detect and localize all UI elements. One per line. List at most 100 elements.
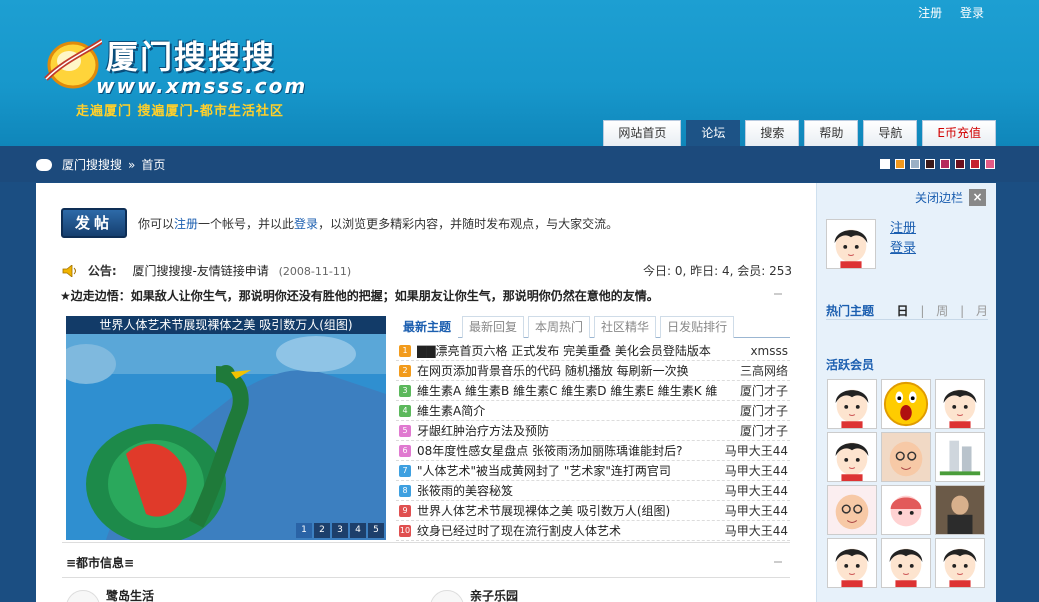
new-post-button[interactable]: 发帖 xyxy=(61,208,127,238)
section-parenting[interactable]: 亲子乐园 xyxy=(470,587,518,602)
member-avatar[interactable] xyxy=(935,432,985,482)
topic-title[interactable]: 牙龈红肿治疗方法及预防 xyxy=(417,421,727,441)
hot-topics-title: 热门主题 xyxy=(826,304,875,318)
member-avatar[interactable] xyxy=(881,379,931,429)
tab-weekly-hot[interactable]: 本周热门 xyxy=(528,316,591,338)
tab-latest-topics[interactable]: 最新主题 xyxy=(396,316,459,338)
member-avatar[interactable] xyxy=(827,379,877,429)
sidebar-register-link[interactable]: 注册 xyxy=(890,219,916,239)
topic-row: 2 在网页添加背景音乐的代码 随机播放 每刷新一次换 三高网络 xyxy=(396,361,790,381)
theme-swatch[interactable] xyxy=(925,159,935,169)
theme-swatch[interactable] xyxy=(970,159,980,169)
topic-title[interactable]: 纹身已经过时了现在流行割皮人体艺术 xyxy=(417,521,727,541)
topic-author[interactable]: xmsss xyxy=(750,341,788,361)
breadcrumb-separator: » xyxy=(128,157,136,172)
topic-author[interactable]: 厦门才子 xyxy=(740,421,788,441)
close-sidebar-label: 关闭边栏 xyxy=(914,191,963,205)
theme-swatch[interactable] xyxy=(955,159,965,169)
announcement-label: 公告: xyxy=(87,264,117,278)
theme-swatch[interactable] xyxy=(910,159,920,169)
topic-title[interactable]: 在网页添加背景音乐的代码 随机播放 每刷新一次换 xyxy=(417,361,727,381)
theme-swatch[interactable] xyxy=(940,159,950,169)
member-avatar[interactable] xyxy=(827,485,877,535)
topic-author[interactable]: 马甲大王44 xyxy=(725,441,788,461)
theme-swatch[interactable] xyxy=(895,159,905,169)
tab-featured[interactable]: 社区精华 xyxy=(594,316,657,338)
announcement-link[interactable]: 厦门搜搜搜-友情链接申请 xyxy=(132,264,268,278)
period-month[interactable]: 月 xyxy=(976,304,988,318)
welcome-login-link[interactable]: 登录 xyxy=(294,217,318,231)
divider xyxy=(62,542,790,543)
topic-title[interactable]: 张筱雨的美容秘笈 xyxy=(417,481,727,501)
topic-title[interactable]: 維生素A 維生素B 維生素C 維生素D 維生素E 維生素K 維 xyxy=(417,381,727,401)
theme-swatch[interactable] xyxy=(880,159,890,169)
member-avatar[interactable] xyxy=(935,485,985,535)
nav-recharge[interactable]: E币充值 xyxy=(922,120,996,146)
topic-number-icon: 1 xyxy=(399,345,411,357)
slide-page-4[interactable]: 4 xyxy=(350,523,366,538)
collapse-dash[interactable] xyxy=(774,293,782,295)
welcome-post: ，以浏览更多精彩内容，并随时发布观点，与大家交流。 xyxy=(318,217,619,231)
hot-topics-header: 热门主题 日 | 周 | 月 xyxy=(826,302,988,320)
nav-forum[interactable]: 论坛 xyxy=(686,120,741,146)
slideshow-pager: 1 2 3 4 5 xyxy=(296,523,384,538)
theme-swatch[interactable] xyxy=(985,159,995,169)
period-day[interactable]: 日 xyxy=(897,304,909,318)
member-avatar[interactable] xyxy=(881,538,931,588)
topic-number-icon: 5 xyxy=(399,425,411,437)
period-week[interactable]: 周 xyxy=(936,304,948,318)
site-logo[interactable]: 厦门搜搜搜 www.xmsss.com 走遍厦门 搜遍厦门-都市生活社区 xyxy=(40,30,310,126)
topic-title[interactable]: 維生素A简介 xyxy=(417,401,727,421)
topic-author[interactable]: 厦门才子 xyxy=(740,381,788,401)
topic-list: 1 ▇▇漂亮首页六格 正式发布 完美重叠 美化会员登陆版本 xmsss 2 在网页添加背… xyxy=(396,341,790,541)
sidebar: 关闭边栏 × 注册 登录 热门主题 日 | 周 | 月 活跃会员 xyxy=(816,183,996,602)
login-link[interactable]: 登录 xyxy=(960,6,984,20)
topic-title[interactable]: 08年度性感女星盘点 张筱雨汤加丽陈瑀谁能封后? xyxy=(417,441,727,461)
breadcrumb-bar: 厦门搜搜搜 » 首页 xyxy=(0,146,1039,182)
register-link[interactable]: 注册 xyxy=(918,6,942,20)
breadcrumb-site[interactable]: 厦门搜搜搜 xyxy=(62,156,122,173)
sidebar-login-link[interactable]: 登录 xyxy=(890,239,916,259)
member-avatar[interactable] xyxy=(827,432,877,482)
nav-search[interactable]: 搜索 xyxy=(745,120,800,146)
topic-title[interactable]: ▇▇漂亮首页六格 正式发布 完美重叠 美化会员登陆版本 xyxy=(417,341,727,361)
tab-daily-ranking[interactable]: 日发贴排行 xyxy=(660,316,735,338)
topic-row: 9 世界人体艺术节展现裸体之美 吸引数万人(组图) 马甲大王44 xyxy=(396,501,790,521)
slide-page-3[interactable]: 3 xyxy=(332,523,348,538)
topic-author[interactable]: 马甲大王44 xyxy=(725,521,788,541)
slideshow-title[interactable]: 世界人体艺术节展现裸体之美 吸引数万人(组图) xyxy=(66,316,386,334)
topic-author[interactable]: 马甲大王44 xyxy=(725,461,788,481)
member-avatar[interactable] xyxy=(881,432,931,482)
member-avatar[interactable] xyxy=(935,538,985,588)
topic-number-icon: 9 xyxy=(399,505,411,517)
section-island-life[interactable]: 鹭岛生活 xyxy=(106,587,154,602)
topic-title[interactable]: 世界人体艺术节展现裸体之美 吸引数万人(组图) xyxy=(417,501,727,521)
slideshow[interactable]: 世界人体艺术节展现裸体之美 吸引数万人(组图) 1 2 3 4 5 xyxy=(66,316,386,540)
topic-title[interactable]: "人体艺术"被当成黄网封了 "艺术家"连打两官司 xyxy=(417,461,727,481)
topic-number-icon: 6 xyxy=(399,445,411,457)
page-background xyxy=(996,183,1039,602)
slide-page-2[interactable]: 2 xyxy=(314,523,330,538)
slideshow-image[interactable] xyxy=(66,334,386,540)
topic-author[interactable]: 三高网络 xyxy=(740,361,788,381)
slide-page-1[interactable]: 1 xyxy=(296,523,312,538)
tab-latest-replies[interactable]: 最新回复 xyxy=(462,316,525,338)
member-avatar[interactable] xyxy=(881,485,931,535)
topic-number-icon: 3 xyxy=(399,385,411,397)
member-avatar[interactable] xyxy=(935,379,985,429)
avatar xyxy=(826,219,876,269)
topic-row: 4 維生素A简介 厦门才子 xyxy=(396,401,790,421)
topic-author[interactable]: 马甲大王44 xyxy=(725,501,788,521)
announcement: 公告: 厦门搜搜搜-友情链接申请 (2008-11-11) 今日: 0, 昨日:… xyxy=(62,262,792,279)
topic-author[interactable]: 马甲大王44 xyxy=(725,481,788,501)
topic-author[interactable]: 厦门才子 xyxy=(740,401,788,421)
topic-number-icon: 8 xyxy=(399,485,411,497)
nav-guide[interactable]: 导航 xyxy=(863,120,918,146)
welcome-register-link[interactable]: 注册 xyxy=(174,217,198,231)
close-sidebar-button[interactable]: 关闭边栏 × xyxy=(915,189,986,206)
nav-help[interactable]: 帮助 xyxy=(804,120,859,146)
nav-home[interactable]: 网站首页 xyxy=(603,120,682,146)
member-avatar[interactable] xyxy=(827,538,877,588)
slide-page-5[interactable]: 5 xyxy=(368,523,384,538)
collapse-dash[interactable] xyxy=(774,561,782,563)
